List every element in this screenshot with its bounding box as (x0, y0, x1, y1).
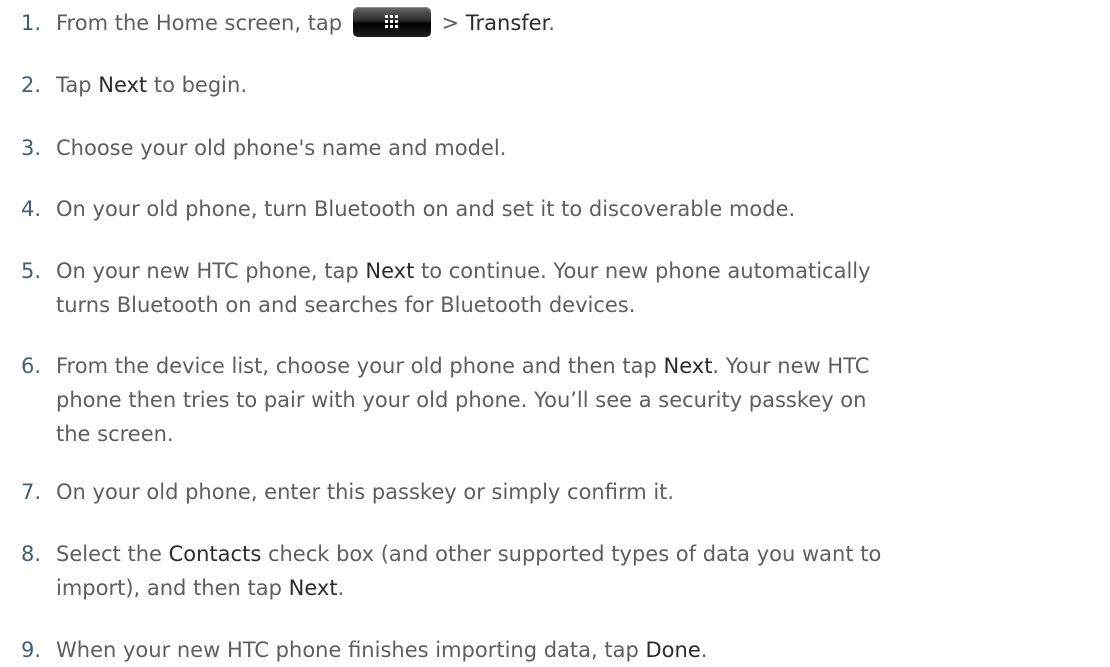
step-number: 7. (21, 480, 42, 504)
step-text: Tap Next to begin. (56, 68, 1101, 102)
list-item: 3. Choose your old phone's name and model… (0, 131, 1110, 165)
step-text: Choose your old phone's name and model. (56, 131, 1101, 165)
text-segment: . (337, 576, 345, 600)
text-segment: . (548, 11, 555, 35)
list-item: 2. Tap Next to begin. (0, 68, 1110, 102)
ui-term-next: Next (288, 576, 338, 600)
step-text-line: On your old phone, turn Bluetooth on and… (56, 192, 1101, 226)
text-segment: phone then tries to pair with your old p… (56, 388, 867, 412)
text-segment: to begin. (147, 73, 247, 97)
text-segment: Tap (56, 73, 99, 97)
ui-term-next: Next (98, 73, 148, 97)
list-item: 1. From the Home screen, tap > Transfer. (0, 6, 1110, 40)
grid-icon (384, 15, 399, 29)
list-item: 5. On your new HTC phone, tap Next to con… (0, 254, 1110, 322)
text-segment: import), and then tap (56, 576, 289, 600)
list-item: 4. On your old phone, turn Bluetooth on a… (0, 192, 1110, 226)
step-text: When your new HTC phone finishes importi… (56, 633, 1101, 667)
step-text-line: import), and then tap Next. (56, 571, 1101, 605)
ui-term-done: Done (645, 638, 701, 662)
step-text-line: On your new HTC phone, tap Next to conti… (56, 254, 1101, 288)
step-text-line: When your new HTC phone finishes importi… (56, 633, 1101, 667)
step-text-line: phone then tries to pair with your old p… (56, 383, 1101, 417)
step-text-line: Select the Contacts check box (and other… (56, 537, 1101, 571)
step-number: 4. (21, 197, 42, 221)
text-segment: turns Bluetooth on and searches for Blue… (56, 293, 636, 317)
text-segment: From the device list, choose your old ph… (56, 354, 664, 378)
list-item: 7. On your old phone, enter this passkey … (0, 475, 1110, 509)
ui-term-next: Next (663, 354, 713, 378)
step-text: From the device list, choose your old ph… (56, 349, 1101, 451)
step-number: 9. (21, 638, 42, 662)
step-text-line: On your old phone, enter this passkey or… (56, 475, 1101, 509)
list-item: 8. Select the Contacts check box (and oth… (0, 537, 1110, 605)
text-segment: Select the (56, 542, 169, 566)
text-segment: On your new HTC phone, tap (56, 259, 366, 283)
text-segment: From the Home screen, tap (56, 11, 349, 35)
step-text-line: turns Bluetooth on and searches for Blue… (56, 288, 1101, 322)
text-segment: to continue. Your new phone automaticall… (414, 259, 871, 283)
step-number: 8. (21, 542, 42, 566)
text-segment: . (700, 638, 708, 662)
step-number: 3. (21, 136, 42, 160)
text-segment: On your old phone, enter this passkey or… (56, 480, 675, 504)
list-item: 6. From the device list, choose your old … (0, 349, 1110, 451)
step-text: From the Home screen, tap > Transfer. (56, 6, 1101, 40)
text-segment: When your new HTC phone finishes importi… (56, 638, 646, 662)
ui-term-transfer: Transfer (465, 11, 549, 35)
text-segment: Choose your old phone's name and model. (56, 136, 507, 160)
step-text: On your old phone, turn Bluetooth on and… (56, 192, 1101, 226)
list-item: 9. When your new HTC phone finishes impor… (0, 633, 1110, 667)
text-segment: > (434, 11, 466, 35)
step-text: Select the Contacts check box (and other… (56, 537, 1101, 605)
step-text-line: From the device list, choose your old ph… (56, 349, 1101, 383)
text-segment: . Your new HTC (712, 354, 870, 378)
text-segment: On your old phone, turn Bluetooth on and… (56, 197, 796, 221)
ui-term-next: Next (365, 259, 415, 283)
step-text-line: the screen. (56, 417, 1101, 451)
text-segment: check box (and other supported types of … (261, 542, 882, 566)
step-text: On your new HTC phone, tap Next to conti… (56, 254, 1101, 322)
ui-term-contacts: Contacts (168, 542, 262, 566)
step-text-line: Choose your old phone's name and model. (56, 131, 1101, 165)
step-text-line: From the Home screen, tap > Transfer. (56, 6, 1101, 40)
step-number: 2. (21, 73, 42, 97)
step-number: 5. (21, 259, 42, 283)
step-number: 6. (21, 354, 42, 378)
step-text-line: Tap Next to begin. (56, 68, 1101, 102)
all-apps-icon (352, 7, 431, 37)
text-segment: the screen. (56, 422, 174, 446)
step-number: 1. (21, 11, 42, 35)
step-text: On your old phone, enter this passkey or… (56, 475, 1101, 509)
